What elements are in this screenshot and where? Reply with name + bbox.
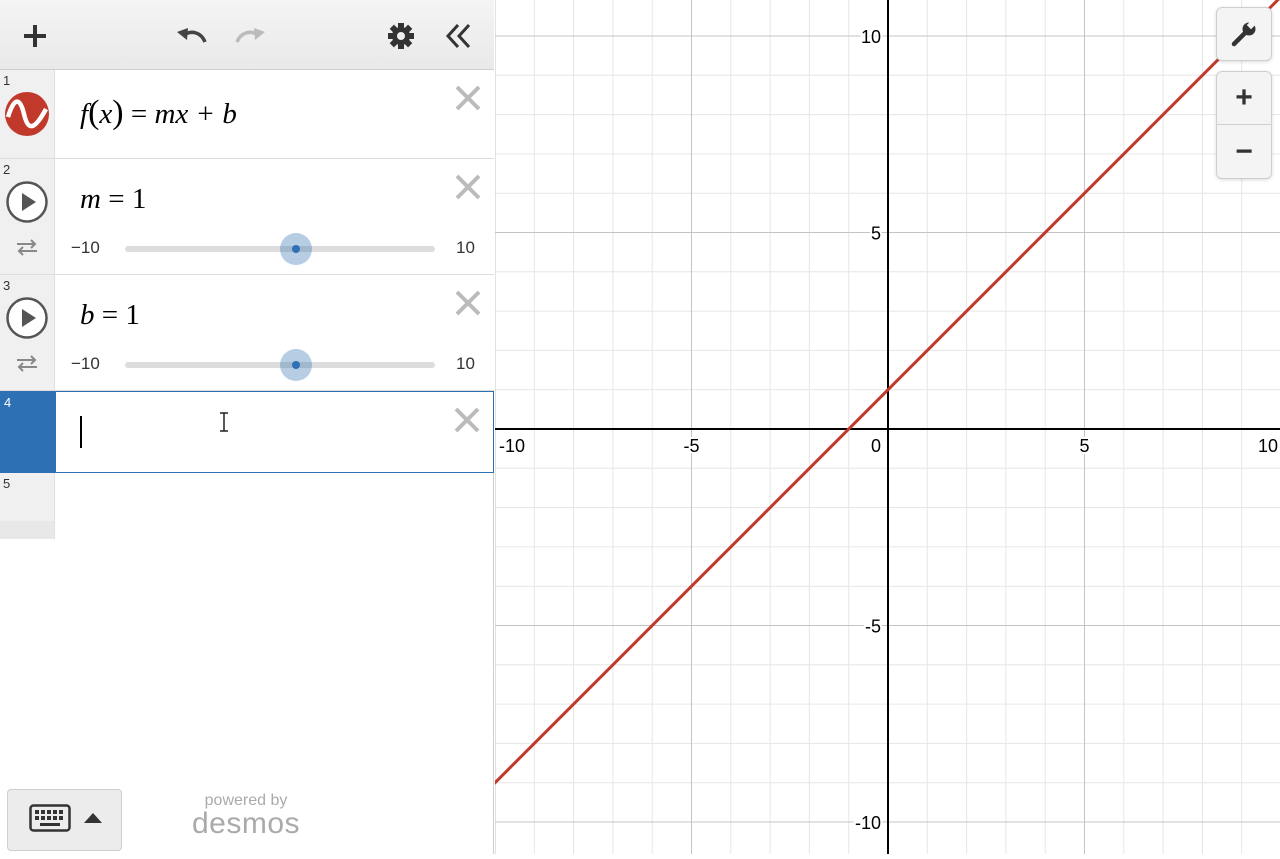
slider-expression-math[interactable]: m = 1 [80, 183, 146, 216]
x-tick-label: 10 [1258, 436, 1278, 456]
add-item-button[interactable] [13, 14, 57, 58]
zoom-controls: + − [1216, 71, 1272, 179]
y-tick-label: 10 [861, 27, 881, 47]
loop-icon[interactable] [14, 236, 40, 258]
expression-gutter: 1 [0, 70, 55, 158]
text-cursor [80, 416, 82, 448]
desmos-logo: desmos [191, 807, 301, 840]
wrench-icon [1231, 21, 1256, 47]
desmos-branding[interactable]: powered by desmos [186, 792, 306, 840]
slider-thumb[interactable] [279, 349, 312, 381]
graph-canvas[interactable]: -10 -5 0 5 10 10 5 -5 -10 + − [454, 0, 1280, 854]
slider-control: −10 10 [55, 232, 494, 265]
expression-item[interactable]: 1 f(x) = mx + b [0, 70, 494, 159]
slider-variable: m [80, 183, 101, 215]
expression-gutter: 4 [1, 392, 56, 472]
slider-min[interactable]: −10 [71, 354, 100, 374]
x-tick-label: -10 [499, 436, 525, 456]
slider-value: 1 [125, 299, 140, 331]
zoom-in-button[interactable]: + [1217, 72, 1271, 125]
settings-button[interactable] [379, 14, 423, 58]
expression-item-active[interactable]: 4 [0, 391, 494, 473]
expression-index: 4 [4, 395, 12, 410]
expression-toolbar [0, 0, 494, 70]
expression-index: 2 [3, 162, 11, 177]
expression-item[interactable]: 2 m = 1 −10 10 [0, 159, 494, 275]
keyboard-toggle-button[interactable] [7, 789, 122, 851]
caret-up-icon [84, 813, 102, 823]
play-icon[interactable] [5, 296, 49, 340]
plus-icon [24, 25, 46, 47]
play-icon[interactable] [5, 180, 49, 224]
expression-math[interactable]: f(x) = mx + b [80, 94, 237, 132]
x-tick-label: 0 [871, 436, 881, 456]
y-tick-label: 5 [871, 224, 881, 244]
expression-item-empty[interactable]: 5 [0, 473, 55, 539]
slider-control: −10 10 [55, 348, 494, 381]
undo-button[interactable] [170, 14, 214, 58]
zoom-out-button[interactable]: − [1217, 125, 1271, 178]
x-tick-label: -5 [683, 436, 699, 456]
y-tick-label: -5 [865, 617, 881, 637]
expression-gutter: 2 [0, 159, 55, 274]
expression-index: 3 [3, 278, 11, 293]
expression-gutter: 3 [0, 275, 55, 390]
delete-expression-icon[interactable] [454, 173, 482, 201]
loop-icon[interactable] [14, 352, 40, 374]
undo-icon [177, 28, 207, 43]
slider-expression-math[interactable]: b = 1 [80, 299, 140, 332]
slider-min[interactable]: −10 [71, 238, 100, 258]
redo-button[interactable] [228, 14, 272, 58]
function-rhs: mx + b [154, 98, 237, 130]
graph-svg[interactable]: -10 -5 0 5 10 10 5 -5 -10 [454, 0, 1280, 854]
delete-expression-icon[interactable] [454, 84, 482, 112]
expression-index: 5 [3, 476, 11, 491]
slider-thumb[interactable] [279, 233, 312, 265]
y-tick-label: -10 [855, 813, 881, 833]
double-chevron-left-icon [445, 23, 471, 49]
expression-item[interactable]: 3 b = 1 −10 10 [0, 275, 494, 391]
slider-variable: b [80, 299, 95, 331]
graph-settings-button[interactable] [1216, 7, 1272, 61]
slider-max[interactable]: 10 [456, 238, 475, 258]
expression-index: 1 [3, 73, 11, 88]
ibeam-cursor-icon [220, 412, 228, 432]
curve-color-icon[interactable] [4, 91, 50, 137]
keyboard-icon [29, 804, 71, 832]
function-name: f [80, 98, 89, 130]
gear-icon [388, 23, 414, 49]
delete-expression-icon[interactable] [453, 406, 481, 434]
expression-panel: 1 f(x) = mx + b 2 m = 1 −10 10 3 b = 1 −… [0, 0, 494, 854]
slider-max[interactable]: 10 [456, 354, 475, 374]
x-tick-label: 5 [1079, 436, 1089, 456]
slider-value: 1 [131, 183, 147, 215]
redo-icon [235, 28, 265, 43]
delete-expression-icon[interactable] [454, 289, 482, 317]
collapse-panel-button[interactable] [436, 14, 480, 58]
